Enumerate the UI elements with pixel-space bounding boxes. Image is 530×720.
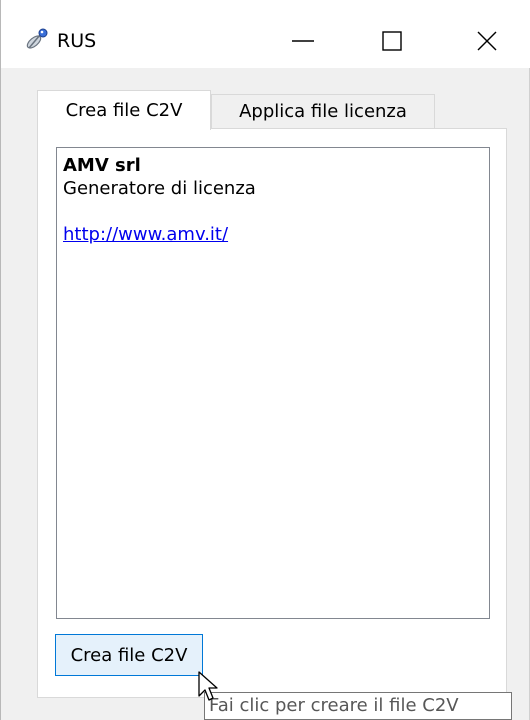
mouse-cursor-icon <box>197 670 221 706</box>
description-text: Generatore di licenza <box>63 178 256 199</box>
crea-file-c2v-button[interactable]: Crea file C2V <box>55 634 203 676</box>
window-title: RUS <box>57 30 97 52</box>
app-window: RUS Crea file C2V Applica file licenza A… <box>0 0 530 720</box>
tooltip: Fai clic per creare il file C2V <box>204 692 512 720</box>
maximize-icon <box>382 31 402 51</box>
tab-label: Crea file C2V <box>65 100 183 121</box>
tab-label: Applica file licenza <box>239 101 407 122</box>
info-textbox[interactable]: AMV srl Generatore di licenza http://www… <box>56 147 490 619</box>
title-bar[interactable]: RUS <box>1 0 530 68</box>
close-icon <box>477 31 497 51</box>
tab-panel: AMV srl Generatore di licenza http://www… <box>37 128 507 698</box>
minimize-icon <box>292 40 314 42</box>
minimize-button[interactable] <box>273 18 333 64</box>
tab-crea-file-c2v[interactable]: Crea file C2V <box>37 90 211 130</box>
company-name: AMV srl <box>63 155 141 176</box>
close-button[interactable] <box>457 18 517 64</box>
satellite-icon <box>23 26 51 54</box>
website-link[interactable]: http://www.amv.it/ <box>63 224 228 245</box>
tab-applica-file-licenza[interactable]: Applica file licenza <box>211 94 435 128</box>
maximize-button[interactable] <box>362 18 422 64</box>
